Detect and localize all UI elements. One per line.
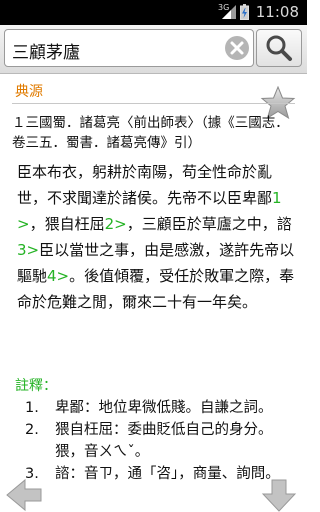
clock: 11:08 — [255, 3, 299, 21]
passage-text: ，三顧臣於草廬之中，諮 — [126, 215, 292, 233]
note-link-2[interactable]: 2> — [105, 215, 127, 233]
section-title: 典源 — [15, 84, 43, 100]
signal-icon — [222, 5, 236, 19]
search-query: 三顧茅廬 — [12, 43, 80, 63]
note-number: 2. — [25, 422, 39, 438]
note-item: 3. 諮：音ㄗ，通「咨」，商量、詢問。 — [25, 463, 295, 485]
status-bar: 3G 11:08 — [0, 0, 307, 25]
main-passage: 臣本布衣，躬耕於南陽，苟全性命於亂世，不求聞達於諸侯。先帝不以臣卑鄙1>，猥自枉… — [17, 159, 295, 315]
notes-title: 註釋： — [15, 378, 57, 394]
battery-icon — [240, 4, 249, 20]
search-button[interactable] — [256, 29, 302, 67]
note-item: 1. 卑鄙：地位卑微低賤。自謙之詞。 — [25, 397, 295, 419]
note-number: 1. — [25, 400, 39, 416]
content-area: 典源 １三國蜀．諸葛亮〈前出師表〉（據《三國志．卷三五．蜀書．諸葛亮傳》引） 臣… — [0, 74, 307, 512]
passage-text: 臣本布衣，躬耕於南陽，苟全性命於亂世，不求聞達於諸侯。先帝不以臣卑鄙 — [17, 163, 273, 207]
arrow-down-icon[interactable] — [259, 478, 299, 512]
search-input[interactable]: 三顧茅廬 — [4, 29, 254, 67]
clear-icon[interactable] — [224, 35, 250, 61]
notes-list: 1. 卑鄙：地位卑微低賤。自謙之詞。 2. 猥自枉屈：委曲貶低自己的身分。猥，音… — [25, 397, 295, 485]
note-link-4[interactable]: 4> — [47, 267, 69, 285]
section-divider — [12, 103, 295, 104]
passage-text: ，猥自枉屈 — [29, 215, 105, 233]
source-citation: １三國蜀．諸葛亮〈前出師表〉（據《三國志．卷三五．蜀書．諸葛亮傳》引） — [12, 115, 289, 151]
note-text: 諮：音ㄗ，通「咨」，商量、詢問。 — [55, 466, 280, 482]
note-link-3[interactable]: 3> — [17, 241, 39, 259]
note-text: 猥自枉屈：委曲貶低自己的身分。猥，音ㄨㄟˇ。 — [55, 422, 273, 460]
note-text: 卑鄙：地位卑微低賤。自謙之詞。 — [55, 400, 273, 416]
search-bar: 三顧茅廬 — [0, 25, 307, 74]
search-icon — [266, 35, 292, 61]
note-item: 2. 猥自枉屈：委曲貶低自己的身分。猥，音ㄨㄟˇ。 — [25, 419, 295, 463]
arrow-left-icon[interactable] — [5, 478, 45, 512]
